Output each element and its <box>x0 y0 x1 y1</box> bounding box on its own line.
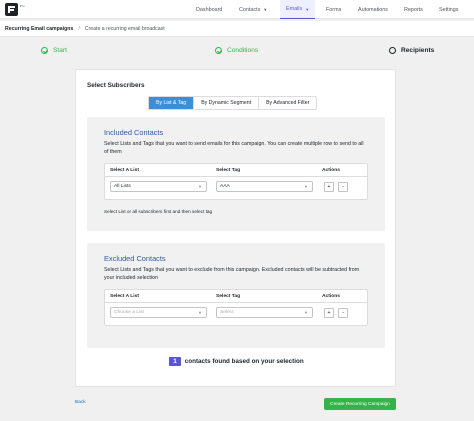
recipients-card: Select Subscribers By List & Tag By Dyna… <box>75 69 396 387</box>
contacts-found-text: contacts found based on your selection <box>184 358 304 365</box>
check-circle-icon <box>41 47 48 54</box>
breadcrumb-separator: / <box>78 25 80 32</box>
column-header-list: Select A List <box>110 168 139 173</box>
subscriber-mode-tabs: By List & Tag By Dynamic Segment By Adva… <box>148 96 318 110</box>
include-list-select[interactable]: All Lists ▼ <box>110 181 207 192</box>
top-navigation: Pro Dashboard Contacts ▼ Emails ▼ Forms Au… <box>0 0 474 19</box>
chevron-down-icon: ▼ <box>198 184 202 189</box>
tab-by-dynamic-segment[interactable]: By Dynamic Segment <box>194 97 260 109</box>
excluded-contacts-description: Select Lists and Tags that you want to e… <box>104 267 360 281</box>
excluded-contacts-title: Excluded Contacts <box>104 254 166 263</box>
column-header-tag: Select Tag <box>216 294 241 299</box>
tab-by-advanced-filter[interactable]: By Advanced Filter <box>259 97 316 109</box>
nav-settings[interactable]: Settings <box>439 0 458 19</box>
breadcrumb-parent[interactable]: Recurring Email campaigns <box>5 26 73 32</box>
column-header-tag: Select Tag <box>216 168 241 173</box>
divider <box>105 176 367 177</box>
remove-include-row-button[interactable]: - <box>338 182 348 192</box>
chevron-down-icon: ▼ <box>304 310 308 315</box>
breadcrumb-current: Create a recurring email broadcast <box>84 25 165 32</box>
column-header-actions: Actions <box>322 168 340 173</box>
step-recipients: Recipients <box>389 47 434 54</box>
create-recurring-campaign-button[interactable]: Create Recurring Campaign <box>324 398 396 410</box>
nav-automations[interactable]: Automations <box>358 0 388 19</box>
chevron-down-icon: ▼ <box>305 6 310 12</box>
exclude-tag-select[interactable]: Select ▼ <box>216 307 313 318</box>
nav-forms[interactable]: Forms <box>326 0 341 19</box>
nav-dashboard[interactable]: Dashboard <box>196 0 222 19</box>
step-conditions[interactable]: Conditions <box>215 47 258 54</box>
divider <box>105 302 367 303</box>
add-exclude-row-button[interactable]: + <box>324 308 334 318</box>
select-subscribers-title: Select Subscribers <box>87 82 145 89</box>
include-tag-select[interactable]: AAA ▼ <box>216 181 313 192</box>
remove-exclude-row-button[interactable]: - <box>338 308 348 318</box>
tab-by-list-tag[interactable]: By List & Tag <box>149 97 195 109</box>
check-circle-icon <box>215 47 222 54</box>
nav-reports[interactable]: Reports <box>404 0 423 19</box>
column-header-list: Select A List <box>110 294 139 299</box>
included-help-note: Select List or all subscribers first and… <box>104 209 213 214</box>
contacts-found-summary: 1 contacts found based on your selection <box>76 357 397 366</box>
nav-emails[interactable]: Emails ▼ <box>280 0 316 19</box>
excluded-contacts-section: Excluded Contacts Select Lists and Tags … <box>87 243 385 348</box>
chevron-down-icon: ▼ <box>263 7 268 12</box>
included-rules-table: Select A List Select Tag Actions All Lis… <box>104 163 368 200</box>
add-include-row-button[interactable]: + <box>324 182 334 192</box>
nav-contacts[interactable]: Contacts ▼ <box>239 0 267 19</box>
included-contacts-title: Included Contacts <box>104 128 164 137</box>
exclude-list-select[interactable]: Choose a List ▼ <box>110 307 207 318</box>
step-start[interactable]: Start <box>41 47 67 54</box>
chevron-down-icon: ▼ <box>198 310 202 315</box>
chevron-down-icon: ▼ <box>304 184 308 189</box>
back-link[interactable]: Back <box>75 400 86 405</box>
logo-tag: Pro <box>20 4 25 8</box>
circle-icon <box>389 47 396 54</box>
app-logo[interactable] <box>5 3 18 16</box>
column-header-actions: Actions <box>322 294 340 299</box>
included-contacts-section: Included Contacts Select Lists and Tags … <box>87 117 385 231</box>
excluded-rules-table: Select A List Select Tag Actions Choose … <box>104 289 368 326</box>
wizard-steps: Start Conditions Recipients <box>0 38 474 64</box>
breadcrumb: Recurring Email campaigns / Create a rec… <box>0 21 474 37</box>
included-contacts-description: Select Lists and Tags that you want to s… <box>104 141 364 155</box>
contacts-count-badge: 1 <box>169 357 181 366</box>
